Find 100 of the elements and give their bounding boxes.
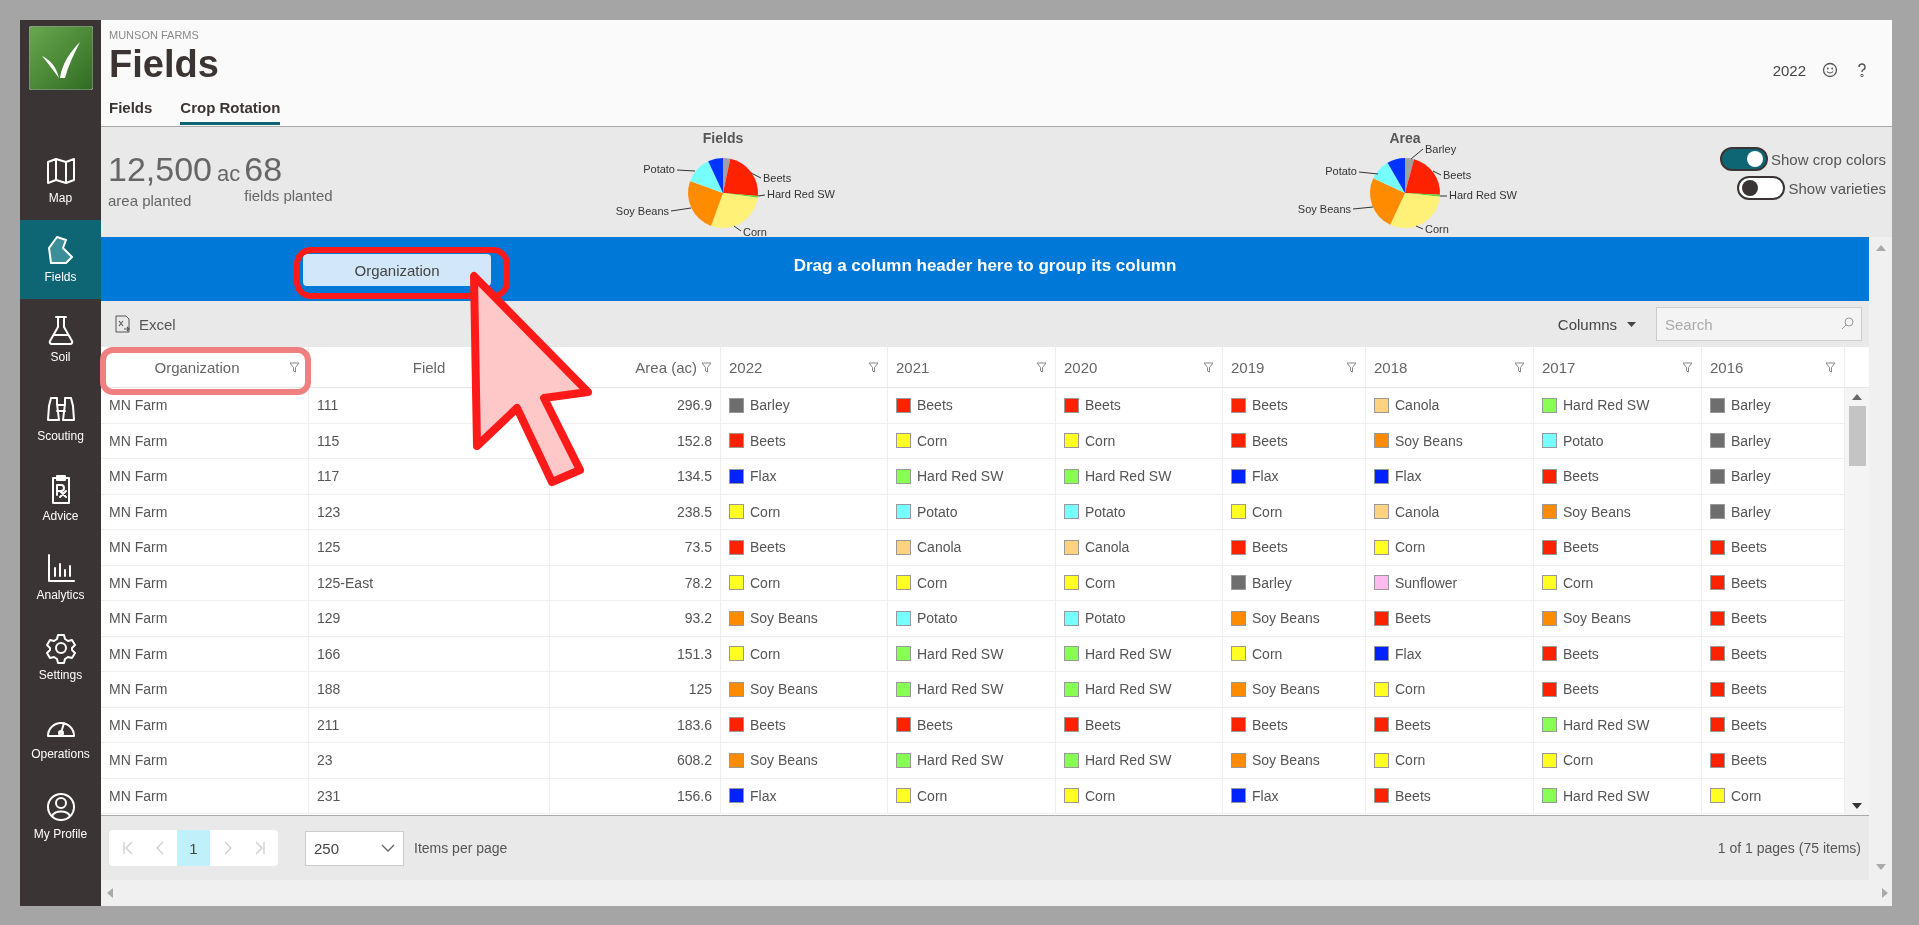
column-header[interactable]: 2017 (1542, 358, 1576, 376)
last-page-icon[interactable] (253, 841, 266, 855)
table-cell: Soy Beans (750, 752, 818, 769)
nav-item[interactable]: Map (20, 140, 101, 220)
filter-icon[interactable] (868, 361, 879, 373)
nav-item[interactable]: Soil (20, 299, 101, 379)
fields-value: 68 (244, 151, 283, 187)
first-page-icon[interactable] (121, 841, 134, 855)
filter-icon[interactable] (1203, 361, 1214, 373)
table-cell: Hard Red SW (1563, 787, 1650, 804)
chart-title: Fields (702, 130, 744, 146)
leader-line (1439, 195, 1448, 197)
table-cell: Beets (1731, 610, 1767, 627)
table-cell: MN Farm (109, 432, 168, 449)
table-cell: Beets (917, 716, 953, 733)
table-cell: Beets (1395, 610, 1431, 627)
table-cell: 23 (317, 752, 333, 769)
table-cell: Flax (1395, 468, 1422, 485)
scroll-left-icon[interactable] (107, 888, 113, 898)
table-cell: 152.8 (676, 432, 712, 449)
table-cell: Beets (1395, 787, 1431, 804)
table-cell: Beets (750, 716, 786, 733)
search-icon (1841, 317, 1854, 330)
page-button[interactable]: 1 (177, 830, 210, 866)
table-cell: Hard Red SW (1085, 468, 1172, 485)
table-cell: Potato (917, 610, 958, 627)
settings-icon (44, 631, 77, 664)
spreadsheet-icon (115, 315, 131, 333)
table-cell: 111 (317, 397, 339, 414)
filter-icon[interactable] (1346, 361, 1357, 373)
column-header[interactable]: 2021 (896, 358, 930, 376)
toggle-switch[interactable] (1719, 147, 1768, 171)
table-cell: Beets (1563, 681, 1599, 698)
leader-line (750, 172, 762, 179)
nav-item[interactable]: Analytics (20, 537, 101, 617)
table-cell: Beets (1731, 716, 1767, 733)
filter-icon[interactable] (701, 361, 712, 373)
table-cell: MN Farm (109, 503, 168, 520)
table-cell: Soy Beans (1252, 610, 1320, 627)
table-cell: Barley (1252, 574, 1292, 591)
page-size-dropdown[interactable]: 250 (305, 830, 404, 866)
column-header[interactable]: 2018 (1374, 358, 1408, 376)
leader-line (1358, 171, 1379, 175)
tab[interactable]: Fields (109, 99, 153, 125)
nav-item[interactable]: Operations (20, 696, 101, 776)
column-header[interactable]: Area (ac) (635, 358, 697, 376)
table-cell: Beets (1085, 397, 1121, 414)
scrollbar[interactable] (101, 880, 1892, 906)
nav-item[interactable]: My Profile (20, 776, 101, 856)
group-chip[interactable]: Organization (303, 254, 491, 286)
table-cell: Barley (1731, 432, 1771, 449)
column-header[interactable]: 2020 (1064, 358, 1098, 376)
scrollbar[interactable] (1845, 388, 1869, 815)
excel-button[interactable]: Excel (115, 315, 176, 333)
filter-icon[interactable] (1682, 361, 1693, 373)
scroll-thumb[interactable] (1848, 406, 1866, 466)
scroll-up-icon[interactable] (1852, 394, 1862, 400)
scroll-right-icon[interactable] (1882, 888, 1888, 898)
table-cell: Canola (1395, 503, 1440, 520)
toggle-switch[interactable] (1737, 176, 1786, 200)
table-cell: Corn (750, 574, 781, 591)
column-header[interactable]: 2019 (1231, 358, 1265, 376)
table-cell: Hard Red SW (1085, 645, 1172, 662)
nav-item[interactable]: Settings (20, 617, 101, 697)
chart-label: Hard Red SW (767, 188, 835, 200)
year-selector[interactable]: 2022 (1772, 61, 1806, 79)
smiley-icon[interactable] (1822, 62, 1838, 78)
columns-button[interactable]: Columns (1551, 314, 1642, 334)
filter-icon[interactable] (1036, 361, 1047, 373)
filter-icon[interactable] (1825, 361, 1836, 373)
search-field[interactable]: Search (1656, 307, 1862, 341)
table-cell: Corn (750, 503, 781, 520)
table-cell: Corn (917, 432, 948, 449)
table-cell: Corn (917, 574, 948, 591)
table-cell: 166 (317, 645, 341, 662)
table-cell: Barley (750, 397, 790, 414)
table-cell: 238.5 (676, 503, 712, 520)
column-header[interactable]: Organization (154, 358, 240, 376)
table-cell: Beets (1252, 432, 1288, 449)
table-cell: Beets (1731, 645, 1767, 662)
leader-line (1352, 206, 1374, 210)
leader-line (1410, 148, 1424, 160)
table-cell: Beets (1731, 752, 1767, 769)
column-header[interactable]: Field (412, 358, 446, 376)
filter-icon[interactable] (289, 361, 300, 373)
table-cell: MN Farm (109, 610, 168, 627)
nav-item[interactable]: Scouting (20, 378, 101, 458)
filter-icon[interactable] (1514, 361, 1525, 373)
table-cell: Flax (750, 468, 777, 485)
table-cell: Corn (1563, 752, 1594, 769)
table-cell: MN Farm (109, 752, 168, 769)
nav-item[interactable]: Fields (20, 219, 101, 299)
scroll-down-icon[interactable] (1852, 803, 1862, 809)
table-cell: Soy Beans (750, 681, 818, 698)
nav-item[interactable]: Advice (20, 458, 101, 538)
column-header[interactable]: 2016 (1710, 358, 1744, 376)
chevron-down-icon (381, 844, 395, 852)
table-cell: Beets (1731, 539, 1767, 556)
column-header[interactable]: 2022 (729, 358, 763, 376)
table-cell: Beets (1252, 397, 1288, 414)
